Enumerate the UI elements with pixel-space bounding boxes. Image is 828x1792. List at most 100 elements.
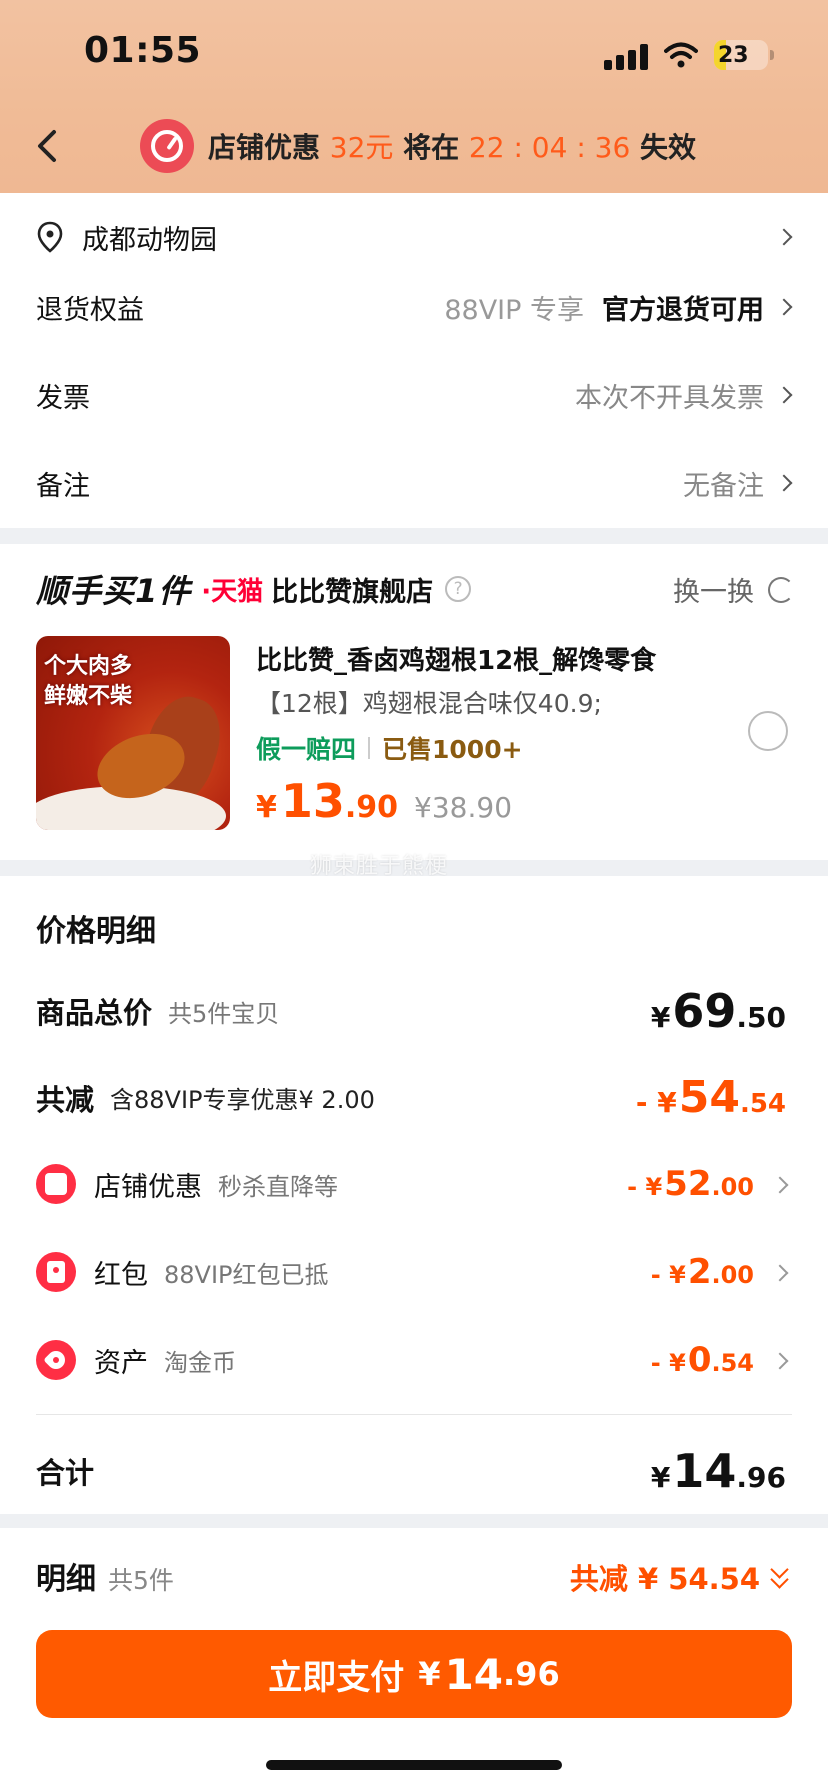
product-tags: 假一赔四 已售1000+ [256,730,523,766]
invoice-value: 本次不开具发票 [575,382,764,414]
detail-count: 共5件 [108,1566,174,1595]
address-row[interactable]: 成都动物园 [36,207,793,267]
total-reduction-amount: - ¥54.54 [636,1072,786,1123]
goods-total-amount: ¥69.50 [651,984,786,1038]
total-reduction-label: 共减 [36,1082,95,1117]
guarantee-tag: 假一赔四 [256,735,357,764]
pay-currency: ¥ [418,1655,441,1693]
chevron-right-icon [775,298,793,316]
home-indicator [266,1760,562,1770]
timer-icon [140,119,194,173]
add-product-checkbox[interactable] [748,711,788,751]
discount-label: 资产 [94,1347,148,1379]
back-icon[interactable] [28,126,68,166]
return-row[interactable]: 退货权益 88VIP 专享 官方退货可用 [36,277,793,337]
location-pin-icon [37,221,63,253]
discount-amount: - ¥52.00 [627,1164,789,1204]
amount-decimal: .96 [736,1461,786,1494]
pay-now-button[interactable]: 立即支付 ¥ 14 .96 [36,1630,792,1718]
signal-icon [604,44,648,70]
store-name[interactable]: 比比赞旗舰店 [271,570,433,609]
goods-total-sub: 共5件宝贝 [168,999,280,1028]
subtotal-label: 合计 [36,1456,95,1490]
total-reduction-row: 共减 含88VIP专享优惠¥ 2.00 - ¥54.54 [36,1072,786,1123]
promo-amount: 32元 [329,131,394,164]
double-chevron-down-icon [770,1560,790,1591]
product-price: ¥ 13 .90 ¥38.90 [256,774,512,828]
product-image-caption: 个大肉多 鲜嫩不柴 [44,652,132,712]
amount-decimal: .54 [711,1349,754,1377]
saved-summary[interactable]: 共减 ¥ 54.54 [570,1556,790,1598]
goods-total-label: 商品总价 [36,996,153,1030]
discount-amount: - ¥0.54 [650,1340,789,1380]
currency: ¥ [650,1461,671,1494]
tag-divider [368,737,371,759]
goods-total-row: 商品总价 共5件宝贝 ¥69.50 [36,984,786,1038]
subtotal-amount: ¥14.96 [651,1444,786,1498]
saved-text: 共减 ¥ 54.54 [569,1562,760,1596]
discount-sub: 秒杀直降等 [218,1172,338,1201]
add-on-brand: 顺手买1件 [36,572,192,610]
chevron-right-icon [775,386,793,404]
discount-sub: 88VIP红包已抵 [164,1260,329,1289]
store-discount-row[interactable]: 店铺优惠 秒杀直降等 - ¥52.00 [36,1164,789,1204]
amount-integer: 0 [687,1340,712,1380]
currency: ¥ [650,1001,671,1034]
battery-icon: 23 [714,40,768,70]
currency: - ¥ [627,1173,663,1201]
return-label: 退货权益 [36,294,144,326]
promo-countdown: 22 : 04 : 36 [468,131,631,164]
promo-text: 店铺优惠 32元 将在 22 : 04 : 36 失效 [208,126,696,166]
detail-toggle[interactable]: 明细 共5件 [36,1554,174,1598]
pay-amount-decimal: .96 [503,1655,560,1693]
status-bar: 01:55 23 [0,0,828,110]
product-title[interactable]: 比比赞_香卤鸡翅根12根_解馋零食 [256,640,656,677]
sold-count: 已售1000+ [382,735,523,764]
product-desc: 【12根】鸡翅根混合味仅40.9; [256,689,602,718]
total-reduction-sub: 含88VIP专享优惠¥ 2.00 [110,1086,375,1114]
swap-button[interactable]: 换一换 [673,570,794,609]
pay-label: 立即支付 [268,1657,405,1698]
note-row[interactable]: 备注 无备注 [36,453,793,513]
price-currency: ¥ [256,790,277,825]
add-on-product-card: 顺手买1件 ·天猫 比比赞旗舰店 ? 换一换 个大肉多 鲜嫩不柴 比比赞_香卤鸡… [0,544,828,860]
invoice-row[interactable]: 发票 本次不开具发票 [36,365,793,425]
assets-row[interactable]: 资产 淘金币 - ¥0.54 [36,1340,789,1380]
currency: - ¥ [650,1261,686,1289]
header: 01:55 23 店铺优惠 32元 将在 22 : 04 : 36 失效 [0,0,828,193]
return-tag: 88VIP 专享 [444,294,584,326]
price-decimal: .90 [344,790,399,825]
discount-sub: 淘金币 [164,1348,236,1377]
coupon-tag-icon [36,1340,76,1380]
amount-integer: 14 [672,1444,737,1498]
store-icon [36,1164,76,1204]
battery-tip [770,50,774,60]
discount-label: 店铺优惠 [94,1171,202,1203]
promo-prefix: 店铺优惠 [208,131,321,164]
chevron-right-icon [771,1176,789,1194]
product-image[interactable]: 个大肉多 鲜嫩不柴 [36,636,230,830]
image-caption-line2: 鲜嫩不柴 [44,684,133,709]
discount-label: 红包 [94,1259,148,1291]
amount-decimal: .00 [711,1173,754,1201]
red-packet-row[interactable]: 红包 88VIP红包已抵 - ¥2.00 [36,1252,789,1292]
invoice-label: 发票 [36,382,90,414]
store-title: 顺手买1件 ·天猫 比比赞旗舰店 ? [36,566,472,612]
order-info-card: 成都动物园 退货权益 88VIP 专享 官方退货可用 发票 本次不开具发票 备注… [0,193,828,528]
image-caption-line1: 个大肉多 [44,654,133,679]
chevron-right-icon [771,1352,789,1370]
return-value: 官方退货可用 [602,294,764,326]
detail-label: 明细 [36,1562,96,1597]
currency: - ¥ [650,1349,686,1377]
chevron-right-icon [775,474,793,492]
subtotal-row: 合计 ¥14.96 [36,1444,786,1498]
status-time: 01:55 [84,30,202,71]
refresh-icon [768,576,794,603]
amount-decimal: .50 [736,1001,786,1034]
promo-suffix: 失效 [640,131,697,164]
chevron-right-icon [775,228,793,246]
help-icon[interactable]: ? [445,576,472,602]
chevron-right-icon [771,1264,789,1282]
currency: - ¥ [635,1086,677,1119]
tmall-label: ·天猫 [201,576,264,607]
